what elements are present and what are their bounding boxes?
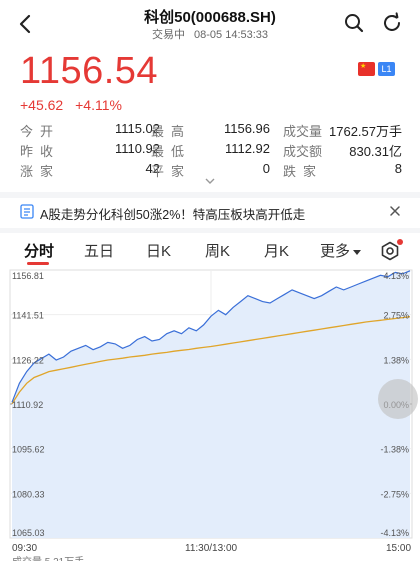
x-tick-label: 15:00 [386,543,412,554]
pct-tick-label: 1.38% [383,355,409,365]
stat-value: 1762.57万手 [329,124,402,139]
china-flag-icon: ★ [358,62,375,76]
x-tick-label: 11:30/13:00 [185,543,238,554]
y-tick-label: 1126.22 [12,355,44,365]
tab-more-label: 更多 [320,243,351,260]
refresh-icon[interactable] [380,11,404,35]
y-tick-label: 1141.51 [12,311,44,321]
section-divider [0,192,420,198]
stat-label: 涨家 [20,164,61,179]
tab-monthly-k[interactable]: 月K [264,240,289,261]
stats-row: 今开 1115.02 最高 1156.96 成交量 1762.57万手 [20,121,410,141]
tab-five-day[interactable]: 五日 [84,240,114,261]
close-icon[interactable] [388,204,402,218]
search-icon[interactable] [342,11,366,35]
news-banner[interactable]: A股走势分化科创50涨2%！特高压板块高开低走 [0,199,420,225]
stat-label: 今开 [20,124,61,139]
stats-row: 昨收 1110.92 最低 1112.92 成交额 830.31亿 [20,141,410,161]
stat-value: 830.31亿 [349,144,402,159]
level1-badge[interactable]: L1 [378,62,395,76]
tab-more[interactable]: 更多 [320,240,362,261]
y-tick-label: 1095.62 [12,445,45,455]
stat-value: 0 [262,161,270,176]
quote-stats: 今开 1115.02 最高 1156.96 成交量 1762.57万手 昨收 1… [20,121,410,181]
status-text: 交易中 [151,29,185,41]
y-tick-label: 1110.92 [12,400,43,410]
pct-tick-label: 4.13% [383,271,409,281]
notification-dot [397,239,403,245]
active-tab-indicator [27,262,49,265]
y-tick-label: 1080.33 [12,489,45,499]
stat-label: 成交量 [283,124,323,139]
news-headline[interactable]: A股走势分化科创50涨2%！特高压板块高开低走 [40,204,305,223]
pct-tick-label: -4.13% [380,528,409,538]
stat-value: 42 [145,161,160,176]
tab-daily-k[interactable]: 日K [146,240,171,261]
pct-tick-label: -1.38% [380,445,409,455]
current-price: 1156.54 [20,50,159,92]
pct-tick-label: 2.75% [383,311,409,321]
y-tick-label: 1156.81 [12,271,44,281]
stat-label: 最低 [151,144,192,159]
chart-tabs: 分时 五日 日K 周K 月K 更多 [0,236,420,265]
stat-value: 8 [394,161,402,176]
volume-label: 成交量 5.21万手 [12,553,84,561]
change-percent: +4.11% [75,97,122,113]
change-value: +45.62 [20,97,64,113]
tab-weekly-k[interactable]: 周K [205,240,230,261]
timestamp: 08-05 14:53:33 [194,29,269,41]
stat-value: 1112.92 [224,141,270,156]
price-change: +45.62 +4.11% [20,97,130,113]
stat-label: 昨收 [20,144,61,159]
section-divider [0,228,420,233]
header: 科创50(000688.SH) 交易中 08-05 14:53:33 [0,0,420,44]
chevron-down-icon[interactable] [204,176,216,186]
stat-label: 平家 [151,164,192,179]
stat-value: 1110.92 [114,141,160,156]
y-tick-label: 1065.03 [12,528,45,538]
caret-down-icon [353,249,362,255]
news-icon [20,204,34,219]
stat-value: 1115.02 [114,121,160,136]
pct-tick-label: -2.75% [380,489,409,499]
y-axis-labels: 1156.81 1141.51 1126.22 1110.92 1095.62 1080.… [12,271,45,538]
floating-action-button[interactable] [378,379,418,419]
stat-value: 1156.96 [223,121,270,136]
stat-label: 最高 [151,124,192,139]
tab-intraday[interactable]: 分时 [24,240,54,261]
stat-label: 跌家 [283,164,324,179]
stat-label: 成交额 [283,144,323,159]
intraday-chart[interactable]: 1156.81 1141.51 1126.22 1110.92 1095.62 1080.… [0,266,420,544]
